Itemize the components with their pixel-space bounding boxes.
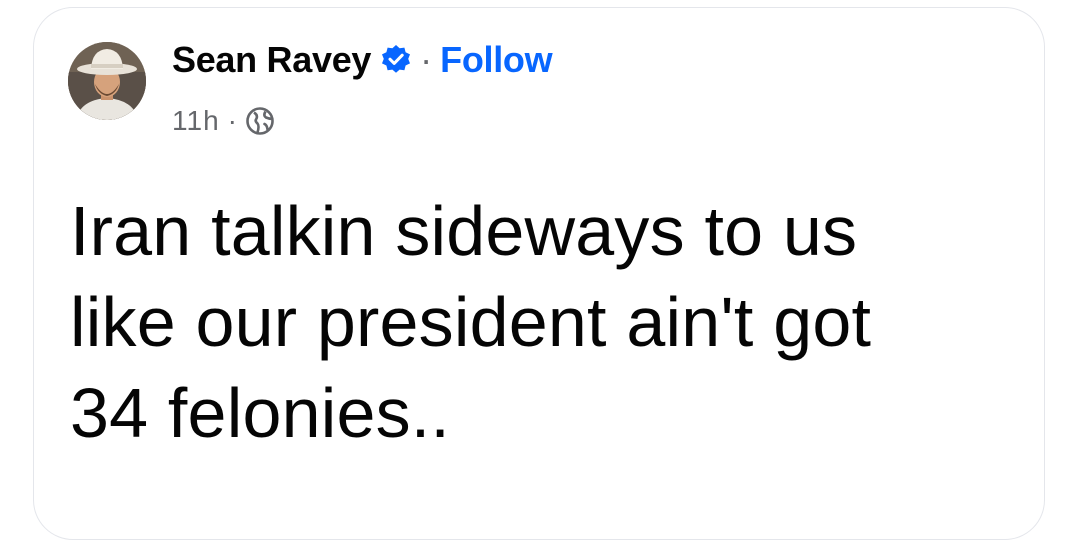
post-header: Sean Ravey · Follow [172, 38, 553, 82]
post-text-line: like our president ain't got [70, 283, 872, 361]
verified-badge-icon [380, 44, 412, 76]
post-body: Iran talkin sideways to us like our pres… [70, 186, 1030, 459]
header-separator: · [420, 39, 433, 80]
meta-separator: · [227, 105, 237, 136]
post-timestamp[interactable]: 11h [172, 105, 220, 137]
post-text-line: Iran talkin sideways to us [70, 192, 858, 270]
author-name[interactable]: Sean Ravey [172, 39, 371, 81]
avatar-image [68, 42, 146, 120]
author-avatar[interactable] [68, 42, 146, 120]
follow-button[interactable]: Follow [440, 39, 552, 81]
globe-icon[interactable] [245, 106, 275, 136]
post-meta: 11h · [172, 101, 275, 141]
post-text-line: 34 felonies.. [70, 374, 451, 452]
